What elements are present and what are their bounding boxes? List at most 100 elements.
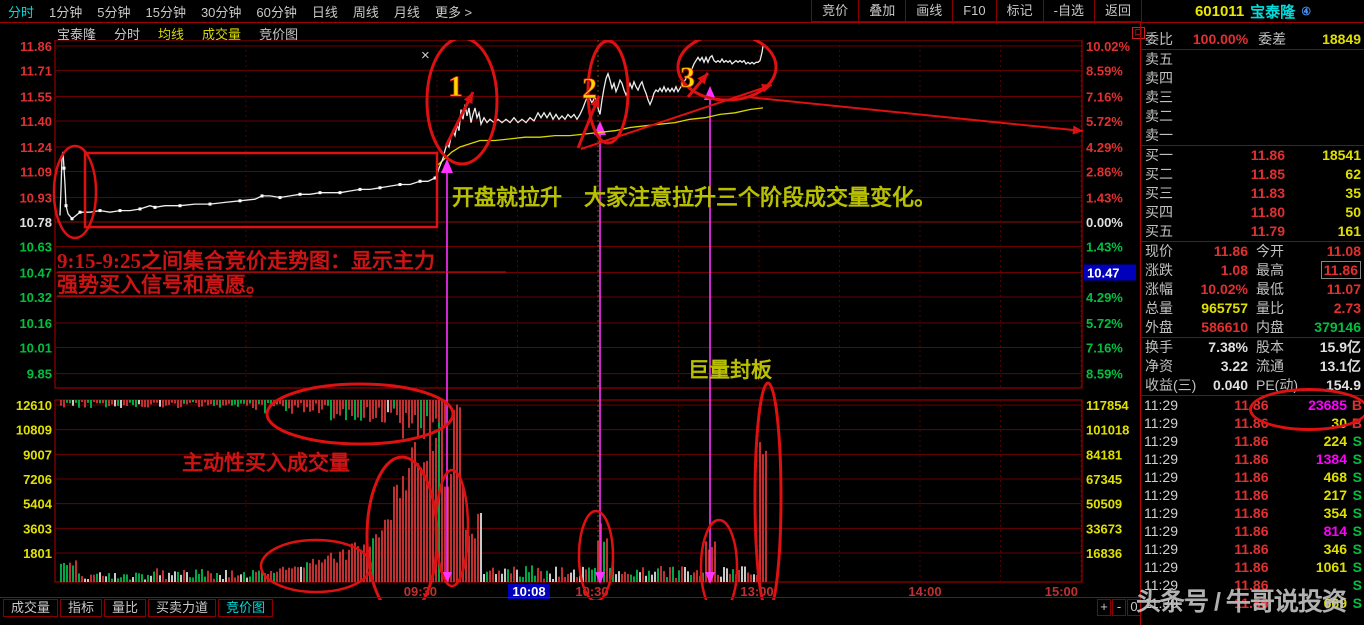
- period-tab-2[interactable]: 1分钟: [49, 2, 82, 21]
- toolbar-action-4[interactable]: F10: [952, 0, 996, 22]
- volume-bar: [525, 566, 527, 582]
- zoom-control-2[interactable]: -: [1112, 599, 1126, 616]
- toolbar-action-6[interactable]: -自选: [1043, 0, 1095, 22]
- volume-bar: [417, 400, 419, 437]
- volume-bar: [156, 400, 158, 403]
- volume-bar: [141, 574, 143, 582]
- volume-bar: [750, 574, 752, 582]
- indicator-tab-1[interactable]: 成交量: [3, 599, 58, 617]
- volume-bar: [69, 563, 71, 582]
- volume-bar: [291, 400, 293, 414]
- volume-bar: [330, 400, 332, 420]
- volume-bar: [405, 490, 407, 582]
- volume-bar: [618, 571, 620, 582]
- volume-bar: [729, 574, 731, 582]
- volume-bar: [255, 400, 257, 410]
- volume-bar: [567, 574, 569, 582]
- volume-bar: [342, 549, 344, 582]
- period-tab-3[interactable]: 5分钟: [97, 2, 130, 21]
- volume-axis-label: 1801: [23, 546, 52, 561]
- toolbar-action-7[interactable]: 返回: [1094, 0, 1142, 22]
- volume-bar: [501, 574, 503, 582]
- volume-axis-label-right: 50509: [1086, 497, 1122, 512]
- volume-bar: [453, 410, 455, 582]
- volume-bar: [678, 570, 680, 582]
- volume-bar: [666, 577, 668, 582]
- indicator-tab-3[interactable]: 量比: [104, 599, 146, 617]
- volume-bar: [75, 400, 77, 403]
- volume-bar: [201, 569, 203, 582]
- toolbar-action-3[interactable]: 画线: [905, 0, 953, 22]
- indicator-tab-4[interactable]: 买卖力道: [148, 599, 216, 617]
- volume-bar: [585, 569, 587, 582]
- volume-bar: [138, 400, 140, 404]
- volume-bar: [180, 400, 182, 407]
- volume-bar: [285, 400, 287, 411]
- period-tab-9[interactable]: 月线: [394, 2, 420, 21]
- volume-axis-label: 7206: [23, 472, 52, 487]
- volume-panel-frame: [55, 400, 1082, 582]
- intraday-auction-chart[interactable]: 11.8610.02%11.718.59%11.557.16%11.405.72…: [0, 40, 1140, 600]
- volume-bar: [333, 400, 335, 418]
- volume-bar: [63, 400, 65, 407]
- volume-bar: [72, 400, 74, 406]
- quote-panel: 委比100.00%委差18849卖五卖四卖三卖二卖一买一11.8618541买二…: [1140, 22, 1364, 625]
- pct-axis-label: 5.72%: [1086, 316, 1123, 331]
- volume-bar: [420, 468, 422, 582]
- volume-bar: [345, 560, 347, 582]
- volume-bar: [417, 463, 419, 582]
- volume-bar: [159, 575, 161, 582]
- period-tab-6[interactable]: 60分钟: [256, 2, 296, 21]
- volume-bar: [621, 574, 623, 582]
- price-axis-label: 11.09: [20, 164, 52, 179]
- chart-annotation-text: 开盘就拉升 大家注意拉升三个阶段成交量变化。: [452, 185, 936, 210]
- volume-bar: [219, 575, 221, 582]
- pct-axis-label: 5.72%: [1086, 114, 1123, 129]
- volume-bar: [435, 400, 437, 419]
- volume-bar: [210, 573, 212, 582]
- indicator-tab-2[interactable]: 指标: [60, 599, 102, 617]
- volume-bar: [228, 400, 230, 404]
- close-icon[interactable]: ×: [421, 47, 430, 64]
- zoom-control-1[interactable]: +: [1097, 599, 1111, 616]
- period-tab-1[interactable]: 分时: [8, 2, 34, 21]
- period-tab-7[interactable]: 日线: [312, 2, 338, 21]
- period-tab-4[interactable]: 15分钟: [145, 2, 185, 21]
- volume-axis-label-right: 33673: [1086, 521, 1122, 536]
- toolbar-action-1[interactable]: 竞价: [811, 0, 859, 22]
- pct-axis-label: 2.86%: [1086, 164, 1123, 179]
- volume-bar: [288, 568, 290, 582]
- price-axis-label: 10.16: [19, 316, 52, 331]
- volume-bar: [363, 400, 365, 418]
- period-tab-10[interactable]: 更多 >: [435, 2, 472, 21]
- period-tabs: 分时 1分钟 5分钟 15分钟 30分钟 60分钟日线周线月线更多 >: [0, 2, 472, 21]
- chart-annotation-text: 9:15-9:25之间集合竞价走势图：显示主力: [57, 249, 435, 273]
- volume-bar: [471, 534, 473, 582]
- info-row: 涨幅10.02%最低11.07: [1141, 280, 1364, 299]
- volume-bar: [99, 400, 101, 403]
- volume-bar: [309, 563, 311, 582]
- volume-bar: [249, 577, 251, 582]
- volume-bar: [129, 400, 131, 403]
- volume-bar: [108, 573, 110, 582]
- price-axis-label: 10.01: [19, 341, 52, 356]
- toolbar-action-5[interactable]: 标记: [996, 0, 1044, 22]
- volume-bar: [519, 577, 521, 582]
- indicator-tab-5[interactable]: 竞价图: [218, 599, 273, 617]
- volume-bar: [237, 575, 239, 582]
- volume-bar: [60, 400, 62, 406]
- period-tab-5[interactable]: 30分钟: [201, 2, 241, 21]
- volume-bar: [132, 577, 134, 582]
- chart-annotation-text: 巨量封板: [688, 358, 773, 382]
- auction-dot: [154, 206, 157, 209]
- pct-axis-label: 1.43%: [1086, 191, 1123, 206]
- volume-bar: [90, 575, 92, 582]
- volume-bar: [309, 400, 311, 412]
- volume-bar: [150, 576, 152, 582]
- volume-bar: [111, 400, 113, 404]
- volume-bar: [348, 550, 350, 582]
- watermark: 头条号 / 牛哥说投资: [1136, 582, 1364, 618]
- toolbar-action-2[interactable]: 叠加: [858, 0, 906, 22]
- price-axis-label: 11.24: [20, 140, 53, 155]
- period-tab-8[interactable]: 周线: [353, 2, 379, 21]
